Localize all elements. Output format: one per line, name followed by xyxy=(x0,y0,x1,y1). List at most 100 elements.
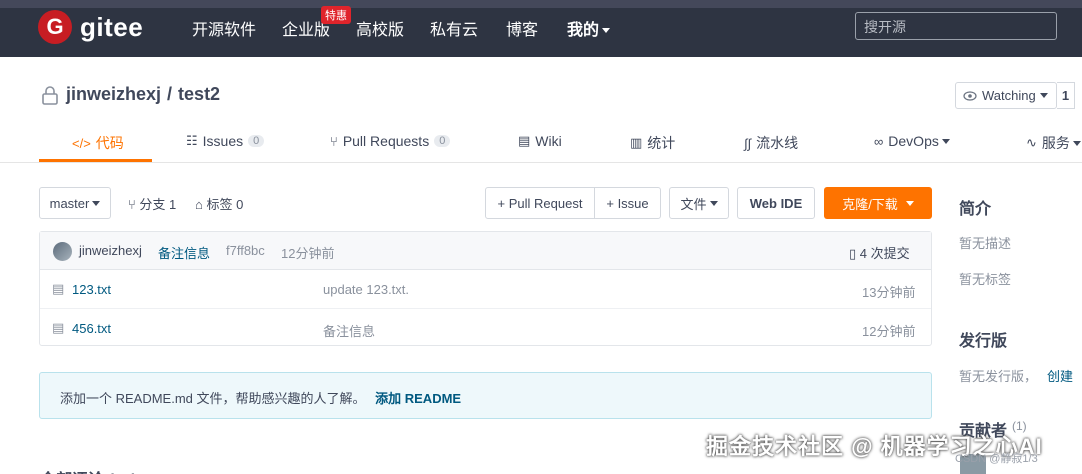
chevron-down-icon xyxy=(602,28,611,34)
intro-heading: 简介 xyxy=(959,201,992,218)
watch-count[interactable]: 1 xyxy=(1057,82,1075,109)
tab-code[interactable]: </> 代码 xyxy=(72,133,124,153)
file-commit-message[interactable]: 备注信息 xyxy=(323,321,375,340)
issues-icon: ☷ xyxy=(186,133,198,148)
tab-pull-requests[interactable]: ⑂ Pull Requests 0 xyxy=(330,133,451,149)
stats-icon: ▥ xyxy=(630,135,643,150)
nav-blog[interactable]: 博客 xyxy=(506,16,538,40)
tab-stats[interactable]: ▥ 统计 xyxy=(630,133,675,153)
commit-time: 12分钟前 xyxy=(281,246,335,261)
file-list: jinweizhexj 备注信息 f7ff8bc 12分钟前 ▯ 4 次提交 ▤… xyxy=(39,231,932,346)
no-description: 暂无描述 xyxy=(959,236,1012,251)
comments-heading: 全部评论 ( 0 ) xyxy=(40,466,137,474)
branch-label: master xyxy=(49,195,90,211)
issues-count-badge: 0 xyxy=(248,135,265,147)
gitee-logo[interactable]: G gitee xyxy=(38,10,143,44)
file-icon: ▤ xyxy=(52,320,65,335)
file-label: 文件 xyxy=(680,196,707,212)
commit-hash[interactable]: f7ff8bc xyxy=(226,243,265,258)
readme-text: 添加一个 README.md 文件，帮助感兴趣的人了解。 xyxy=(60,391,366,406)
file-time: 12分钟前 xyxy=(862,324,916,339)
nav-private-cloud[interactable]: 私有云 xyxy=(430,16,478,40)
tab-label: 服务 xyxy=(1041,135,1070,151)
chevron-down-icon xyxy=(92,200,101,206)
tab-pipeline[interactable]: ∫∫ 流水线 xyxy=(744,133,798,153)
readme-notice: 添加一个 README.md 文件，帮助感兴趣的人了解。 添加 README xyxy=(39,372,932,419)
tab-devops[interactable]: ∞ DevOps xyxy=(874,133,950,149)
tab-label: Pull Requests xyxy=(342,133,430,149)
create-release-link[interactable]: 创建 xyxy=(1047,366,1073,385)
commits-icon: ▯ xyxy=(849,246,860,261)
tab-issues[interactable]: ☷ Issues 0 xyxy=(186,133,265,149)
search-input[interactable]: 搜开源 xyxy=(855,12,1057,40)
tab-label: 代码 xyxy=(95,135,124,151)
table-row: ▤ 456.txt 备注信息 12分钟前 xyxy=(40,308,931,346)
table-row: ▤ 123.txt update 123.txt. 13分钟前 xyxy=(40,270,931,308)
tab-label: Wiki xyxy=(535,133,562,149)
tags-link[interactable]: ⌂ 标签 0 xyxy=(195,194,243,213)
tags-label: 标签 0 xyxy=(206,197,244,212)
tab-label: 流水线 xyxy=(756,135,799,151)
nav-open-source[interactable]: 开源软件 xyxy=(192,16,256,40)
release-heading: 发行版 xyxy=(959,333,1008,350)
chevron-down-icon xyxy=(709,200,718,206)
file-commit-message[interactable]: update 123.txt. xyxy=(323,282,409,297)
pull-request-icon: ⑂ xyxy=(330,133,338,149)
commit-author[interactable]: jinweizhexj xyxy=(79,243,142,258)
devops-icon: ∞ xyxy=(874,133,884,149)
file-name[interactable]: 456.txt xyxy=(72,321,111,336)
clone-download-button[interactable]: 克隆/下载 xyxy=(824,187,932,219)
web-ide-button[interactable]: Web IDE xyxy=(737,187,815,219)
commit-count-label: 4 次提交 xyxy=(859,246,910,261)
no-tags: 暂无标签 xyxy=(959,272,1012,287)
repo-tabs: </> 代码 ☷ Issues 0 ⑂ Pull Requests 0 ▤ Wi… xyxy=(0,121,1082,163)
repo-name[interactable]: test2 xyxy=(178,84,220,105)
watch-label: Watching xyxy=(982,88,1036,103)
repo-separator: / xyxy=(167,84,173,104)
file-icon: ▤ xyxy=(52,281,65,296)
clone-label: 克隆/下载 xyxy=(842,196,898,212)
nav-mine[interactable]: 我的 xyxy=(567,16,611,40)
tag-icon: ⌂ xyxy=(195,197,207,212)
repo-title: jinweizhexj / test2 xyxy=(40,84,220,105)
lock-icon xyxy=(42,85,58,105)
no-release: 暂无发行版， xyxy=(959,369,1038,384)
chevron-down-icon xyxy=(941,138,950,144)
hot-badge: 特惠 xyxy=(321,6,351,24)
avatar[interactable] xyxy=(53,242,72,261)
gitee-logo-icon: G xyxy=(38,10,72,44)
nav-mine-label: 我的 xyxy=(567,22,600,39)
commit-count[interactable]: ▯ 4 次提交 xyxy=(849,243,910,262)
commit-message[interactable]: 备注信息 xyxy=(158,243,210,262)
add-readme-link[interactable]: 添加 README xyxy=(375,391,461,406)
logo-text: gitee xyxy=(80,11,144,42)
tab-service[interactable]: ∿ 服务 xyxy=(1026,133,1081,153)
branches-label: 分支 1 xyxy=(139,197,177,212)
nav-university[interactable]: 高校版 xyxy=(356,16,404,40)
wiki-icon: ▤ xyxy=(518,133,531,148)
branch-select[interactable]: master xyxy=(39,187,111,219)
tab-wiki[interactable]: ▤ Wiki xyxy=(518,133,562,149)
tab-label: Issues xyxy=(202,133,244,149)
branch-icon: ⑂ xyxy=(128,197,140,212)
chevron-down-icon xyxy=(1072,140,1081,146)
repo-owner[interactable]: jinweizhexj xyxy=(66,84,161,105)
service-icon: ∿ xyxy=(1026,135,1037,150)
tab-label: 统计 xyxy=(647,135,676,151)
watermark-sub-text: CSDN @静寂1/3 xyxy=(955,453,1038,465)
pipeline-icon: ∫∫ xyxy=(744,135,752,151)
tab-label: DevOps xyxy=(888,133,939,149)
chevron-down-icon xyxy=(905,200,914,206)
active-tab-indicator xyxy=(39,159,152,162)
watch-button[interactable]: Watching xyxy=(955,82,1057,109)
latest-commit-row: jinweizhexj 备注信息 f7ff8bc 12分钟前 ▯ 4 次提交 xyxy=(40,232,931,270)
issue-button[interactable]: + Issue xyxy=(594,187,661,219)
file-button[interactable]: 文件 xyxy=(669,187,729,219)
code-icon: </> xyxy=(72,135,91,151)
eye-icon xyxy=(963,90,977,101)
pull-request-button[interactable]: + Pull Request xyxy=(485,187,595,219)
branches-link[interactable]: ⑂ 分支 1 xyxy=(128,194,176,213)
file-time: 13分钟前 xyxy=(862,285,916,300)
file-name[interactable]: 123.txt xyxy=(72,282,111,297)
pr-count-badge: 0 xyxy=(434,135,451,147)
